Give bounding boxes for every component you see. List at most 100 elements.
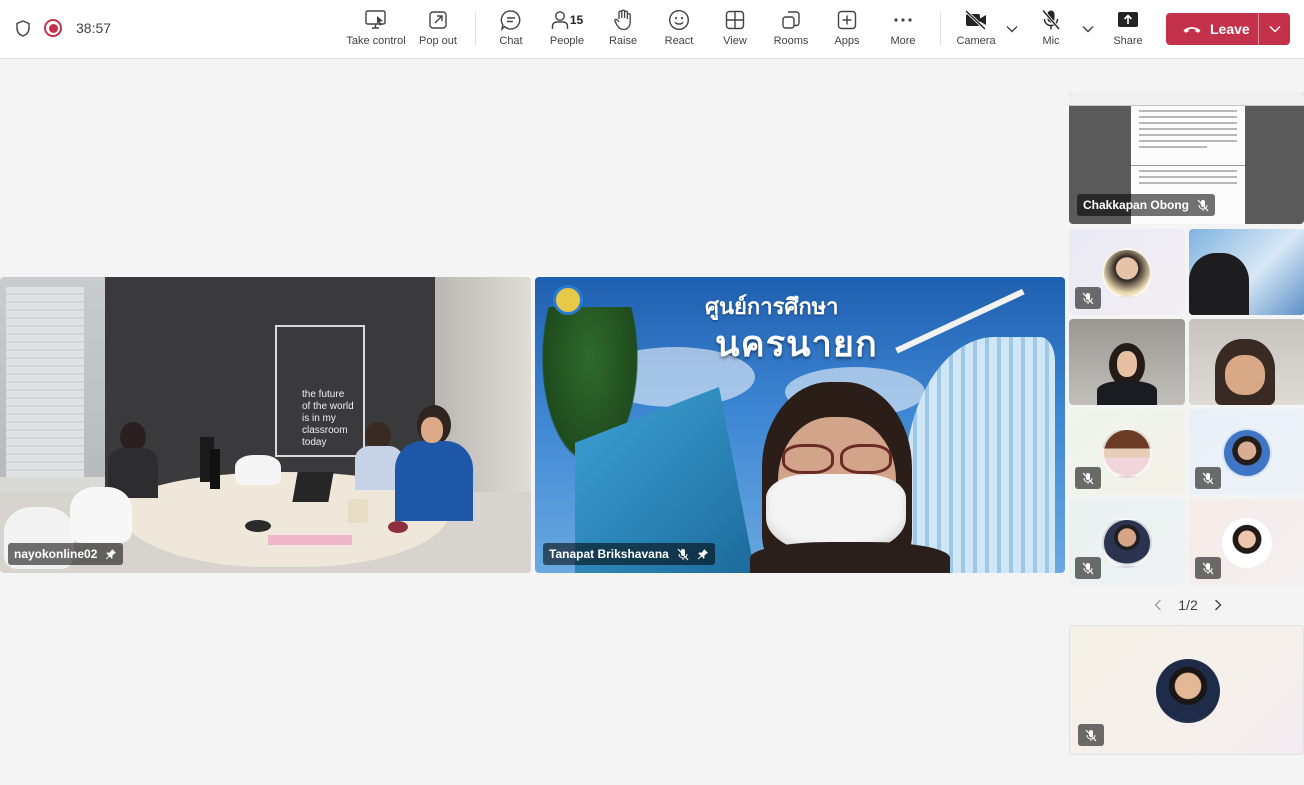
add-apps-icon [837, 8, 857, 32]
people-count: 15 [569, 13, 584, 27]
pop-out-button[interactable]: Pop out [418, 8, 458, 52]
computer-mouse [388, 521, 408, 533]
raise-hand-button[interactable]: Raise [606, 8, 640, 52]
toolbar-divider [475, 12, 476, 46]
mic-off-icon [1195, 557, 1221, 579]
mic-options-chevron-icon[interactable] [1081, 22, 1095, 36]
rooms-icon [781, 8, 801, 32]
chair [235, 455, 281, 485]
leave-options-chevron-icon[interactable] [1259, 13, 1290, 45]
participant-tile[interactable] [1069, 409, 1185, 495]
people-label: People [549, 35, 585, 47]
react-button[interactable]: React [662, 8, 696, 52]
avatar [1222, 518, 1272, 568]
meeting-toolbar: 38:57 Take control Pop out Chat 15 Peopl… [0, 0, 1304, 59]
video-tile-nayokonline02[interactable]: the future of the world is in my classro… [0, 277, 531, 573]
camera-options-chevron-icon[interactable] [1005, 22, 1019, 36]
mic-off-icon [1197, 199, 1209, 211]
monitor [210, 449, 220, 489]
book [268, 535, 352, 545]
avatar [1222, 428, 1272, 478]
participant-tile[interactable] [1189, 499, 1304, 585]
participant-figure [1189, 253, 1249, 315]
participant-name-tag: Tanapat Brikshavana [543, 543, 715, 565]
participant-figure [395, 405, 475, 525]
more-button[interactable]: More [887, 8, 919, 52]
pin-icon [697, 549, 708, 560]
meeting-status: 38:57 [14, 18, 111, 38]
self-view-tile[interactable] [1069, 625, 1304, 755]
share-screen-icon [1117, 8, 1139, 32]
participant-tile[interactable] [1069, 229, 1185, 315]
avatar [1102, 248, 1152, 298]
pop-out-label: Pop out [419, 35, 457, 47]
participant-name: Tanapat Brikshavana [549, 547, 669, 561]
rooms-label: Rooms [773, 35, 809, 47]
view-button[interactable]: View [720, 8, 750, 52]
participant-name: nayokonline02 [14, 547, 98, 561]
participant-name-tag: nayokonline02 [8, 543, 124, 565]
avatar [1156, 659, 1220, 723]
view-label: View [723, 35, 747, 47]
school-logo [553, 285, 583, 315]
take-control-button[interactable]: Take control [346, 8, 406, 52]
chat-label: Chat [499, 35, 523, 47]
react-label: React [664, 35, 694, 47]
apps-button[interactable]: Apps [832, 8, 862, 52]
people-icon [551, 11, 569, 29]
conference-speaker [245, 520, 271, 532]
previous-page-chevron-icon[interactable] [1150, 597, 1166, 613]
mic-off-icon [1075, 467, 1101, 489]
pop-out-icon [428, 8, 448, 32]
leave-button[interactable]: Leave [1166, 13, 1290, 45]
screen-share-tile[interactable]: Chakkapan Obong [1069, 92, 1304, 224]
participant-video-tile[interactable] [1189, 229, 1304, 315]
background-subtitle: นครนายก [715, 324, 878, 365]
apps-label: Apps [834, 35, 860, 47]
wall-poster-text: the future of the world is in my classro… [302, 389, 354, 448]
grid-view-icon [725, 8, 745, 32]
presenter-figure [750, 382, 950, 573]
camera-label: Camera [956, 35, 996, 47]
leave-label: Leave [1210, 21, 1250, 37]
camera-button[interactable]: Camera [955, 8, 997, 52]
avatar [1102, 518, 1152, 568]
share-button[interactable]: Share [1112, 8, 1144, 52]
recording-icon [44, 19, 62, 37]
mic-off-icon [1075, 287, 1101, 309]
participant-video-tile[interactable] [1189, 319, 1304, 405]
gallery-pager: 1/2 [1150, 596, 1226, 614]
mic-off-icon [1041, 8, 1061, 32]
mic-off-icon [1195, 467, 1221, 489]
shield-icon[interactable] [14, 18, 32, 38]
next-page-chevron-icon[interactable] [1210, 597, 1226, 613]
smiley-icon [668, 8, 690, 32]
hang-up-icon [1183, 27, 1201, 33]
participant-body [1097, 381, 1157, 405]
mic-off-icon [677, 548, 689, 560]
leave-main[interactable]: Leave [1166, 13, 1258, 45]
people-button[interactable]: 15 People [547, 8, 587, 52]
chat-button[interactable]: Chat [496, 8, 526, 52]
raise-hand-icon [613, 8, 633, 32]
people-icon-group: 15 [551, 8, 583, 32]
raise-label: Raise [608, 35, 638, 47]
participant-name-tag: Chakkapan Obong [1077, 194, 1216, 216]
meeting-timer: 38:57 [76, 20, 112, 36]
participant-face [1117, 351, 1137, 377]
window-blind [6, 287, 84, 477]
mic-off-icon [1075, 557, 1101, 579]
participant-tile[interactable] [1189, 409, 1304, 495]
share-label: Share [1113, 35, 1143, 47]
participant-face [1225, 355, 1265, 395]
toolbar-divider [940, 12, 941, 46]
mic-label: Mic [1042, 35, 1060, 47]
rooms-button[interactable]: Rooms [772, 8, 810, 52]
video-tile-tanapat-brikshavana[interactable]: ศูนย์การศึกษา นครนายก Tanapat Brikshavan… [535, 277, 1065, 573]
participant-tile[interactable] [1069, 499, 1185, 585]
participant-video-tile[interactable] [1069, 319, 1185, 405]
camera-off-icon [964, 8, 988, 32]
laptop [292, 472, 334, 502]
cup [348, 499, 368, 523]
mic-button[interactable]: Mic [1036, 8, 1066, 52]
